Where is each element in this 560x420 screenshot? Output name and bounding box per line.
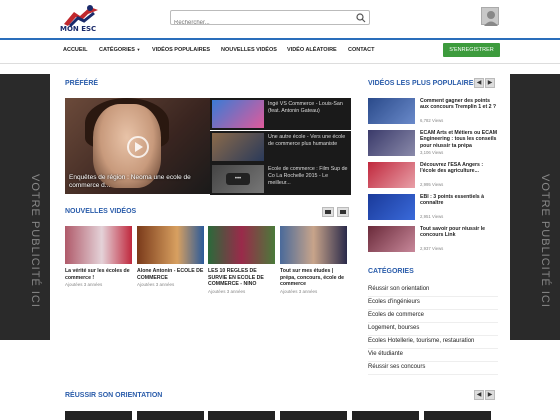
nav-item-new[interactable]: NOUVELLES VIDÉOS	[221, 47, 277, 53]
video-card[interactable]: La vérité sur les écoles de commerce ! A…	[65, 226, 132, 287]
prev-arrow-icon[interactable]: ◀	[474, 390, 484, 400]
nav-item-accueil[interactable]: ACCUEIL	[63, 47, 87, 53]
video-date: Ajoutées 3 années	[65, 282, 103, 288]
logo-text: MON ESC	[60, 25, 97, 33]
featured-caption: Enquêtes de région : Neoma une ecole de …	[69, 174, 191, 189]
video-title: La vérité sur les écoles de commerce !	[65, 268, 130, 281]
video-card[interactable]: LES 10 REGLES DE SURVIE EN ECOLE DE COMM…	[208, 226, 275, 294]
ad-text: VOTRE PUBLICITÉ ICI	[29, 174, 41, 308]
popular-item-title: Découvrez l'ESA Angers : l'école des agr…	[420, 162, 484, 175]
video-thumbnail[interactable]	[208, 411, 275, 420]
video-card[interactable]: Tout sur mes études | prépa, concours, é…	[280, 226, 347, 294]
popular-item-title: ECAM Arts et Métiers ou ECAM Engineering…	[420, 130, 498, 149]
popular-item-views: 3,106 Views	[420, 150, 444, 155]
video-thumbnail	[212, 100, 264, 128]
ad-text: VOTRE PUBLICITÉ ICI	[539, 174, 551, 308]
category-item[interactable]: Ecoles de commerce	[368, 310, 498, 323]
popular-item-views: 6,782 Views	[420, 118, 444, 123]
video-thumbnail	[368, 162, 415, 188]
register-button[interactable]: S'ENREGISTRER	[443, 43, 500, 57]
video-thumbnail	[137, 226, 204, 264]
video-thumbnail[interactable]	[137, 411, 204, 420]
popular-title: VIDÉOS LES PLUS POPULAIRES	[368, 80, 479, 87]
next-arrow-icon[interactable]: ▶	[485, 390, 495, 400]
video-thumbnail	[208, 226, 275, 264]
list-view-button[interactable]	[337, 207, 349, 217]
video-card[interactable]: Alone Antonin - ECOLE DE COMMERCE Ajouté…	[137, 226, 204, 287]
video-thumbnail[interactable]	[352, 411, 419, 420]
popular-item-views: 2,995 Views	[420, 182, 444, 187]
video-title: Tout sur mes études | prépa, concours, é…	[280, 268, 345, 288]
popular-item-title: Tout savoir pour réussir le concours Lin…	[420, 226, 486, 239]
popular-item[interactable]: ECAM Arts et Métiers ou ECAM Engineering…	[368, 130, 498, 160]
chevron-down-icon: ▼	[136, 47, 141, 52]
video-thumbnail	[65, 226, 132, 264]
popular-item-title: EBI : 3 points essentiels à connaître	[420, 194, 485, 207]
left-ad-banner[interactable]: VOTRE PUBLICITÉ ICI	[0, 74, 50, 340]
search-box[interactable]	[170, 10, 370, 30]
video-thumbnail	[368, 194, 415, 220]
featured-side-item[interactable]: Ingé VS Commerce - Louis-San (feat. Anto…	[210, 98, 351, 130]
video-thumbnail	[280, 226, 347, 264]
video-thumbnail	[368, 98, 415, 124]
more-icon: •••	[226, 173, 250, 185]
video-title: LES 10 REGLES DE SURVIE EN ECOLE DE COMM…	[208, 268, 264, 288]
video-thumbnail	[368, 226, 415, 252]
video-thumbnail	[368, 130, 415, 156]
video-date: Ajoutées 3 années	[208, 288, 246, 294]
video-title: Alone Antonin - ECOLE DE COMMERCE	[137, 268, 204, 281]
category-item[interactable]: Réussir son orientation	[368, 284, 498, 297]
featured-title: PRÉFÉRÉ	[65, 80, 99, 87]
category-item[interactable]: Ecoles Hotellerie, tourisme, restauratio…	[368, 336, 498, 349]
avatar[interactable]	[481, 7, 499, 26]
video-thumbnail[interactable]	[65, 411, 132, 420]
featured-main-video[interactable]: Enquêtes de région : Neoma une ecole de …	[65, 98, 210, 194]
next-arrow-icon[interactable]: ▶	[485, 78, 495, 88]
new-videos-title: NOUVELLES VIDÉOS	[65, 208, 137, 215]
nav-item-popular[interactable]: VIDÉOS POPULAIRES	[152, 47, 210, 53]
orientation-title: RÉUSSIR SON ORIENTATION	[65, 392, 163, 399]
popular-item[interactable]: Découvrez l'ESA Angers : l'école des agr…	[368, 162, 498, 192]
nav-item-categories-label: CATÉGORIES	[99, 47, 135, 53]
featured-side-title: Ingé VS Commerce - Louis-San (feat. Anto…	[268, 101, 343, 114]
search-input[interactable]	[171, 16, 351, 30]
popular-item-title: Comment gagner des points aux concours T…	[420, 98, 497, 111]
right-ad-banner[interactable]: VOTRE PUBLICITÉ ICI	[510, 74, 560, 340]
video-thumbnail[interactable]	[280, 411, 347, 420]
popular-item[interactable]: Tout savoir pour réussir le concours Lin…	[368, 226, 498, 256]
play-icon[interactable]	[127, 136, 149, 158]
grid-view-button[interactable]	[322, 207, 334, 217]
video-thumbnail[interactable]	[424, 411, 491, 420]
category-item[interactable]: Ecoles d'ingénieurs	[368, 297, 498, 310]
video-date: Ajoutées 3 années	[280, 288, 318, 294]
popular-item[interactable]: EBI : 3 points essentiels à connaître 2,…	[368, 194, 498, 224]
categories-title: CATÉGORIES	[368, 268, 414, 275]
popular-item[interactable]: Comment gagner des points aux concours T…	[368, 98, 498, 128]
prev-arrow-icon[interactable]: ◀	[474, 78, 484, 88]
featured-side-item[interactable]: Une autre école - Vers une école de comm…	[210, 131, 351, 163]
featured-side-title: Une autre école - Vers une école de comm…	[268, 134, 346, 147]
popular-item-views: 2,951 Views	[420, 214, 444, 219]
site-header: MON ESC	[0, 0, 560, 38]
video-thumbnail: •••	[212, 165, 264, 193]
video-thumbnail	[212, 133, 264, 161]
featured-side-title: Ecole de commerce : Film Sup de Co La Ro…	[268, 166, 348, 186]
nav-item-random[interactable]: VIDÉO ALÉATOIRE	[287, 47, 337, 53]
search-icon[interactable]	[356, 13, 366, 23]
nav-item-contact[interactable]: CONTACT	[348, 47, 374, 53]
featured-side-item[interactable]: ••• Ecole de commerce : Film Sup de Co L…	[210, 163, 351, 195]
category-item[interactable]: Vie étudiante	[368, 349, 498, 362]
video-date: Ajoutées 3 années	[137, 282, 175, 288]
category-item[interactable]: Logement, bourses	[368, 323, 498, 336]
popular-item-views: 2,937 Views	[420, 246, 444, 251]
category-item[interactable]: Réussir ses concours	[368, 362, 498, 375]
nav-item-categories[interactable]: CATÉGORIES ▼	[99, 47, 140, 53]
